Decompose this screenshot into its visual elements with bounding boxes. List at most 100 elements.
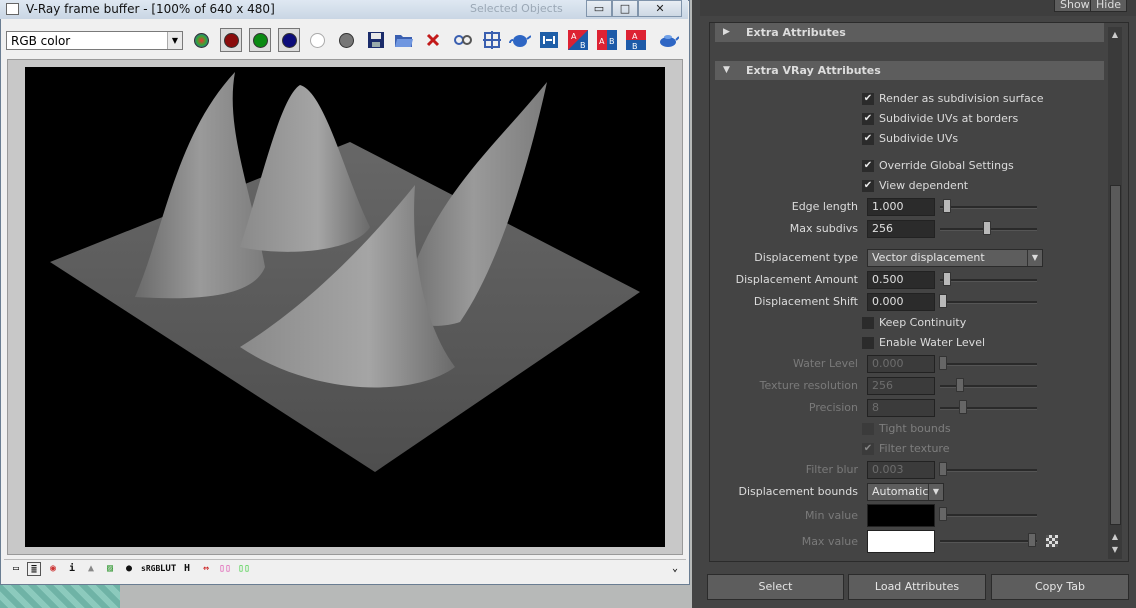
- compare-ab-vertical-icon[interactable]: AB: [625, 28, 647, 52]
- expand-icon[interactable]: ⌄: [668, 562, 682, 576]
- compare-ab-icon[interactable]: AB: [596, 28, 618, 52]
- max-subdivs-field[interactable]: 256: [867, 220, 935, 238]
- srgb-icon[interactable]: sRGB: [141, 562, 160, 576]
- subdiv-uvs-checkbox[interactable]: ✔: [862, 133, 874, 145]
- select-button[interactable]: Select: [707, 574, 844, 600]
- disp-bounds-dropdown[interactable]: Automatic ▼: [867, 483, 944, 501]
- rgb-channels-icon[interactable]: [190, 28, 212, 52]
- link-to-vfb-icon[interactable]: [538, 28, 560, 52]
- red-channel-icon[interactable]: [220, 28, 242, 52]
- max-subdivs-label: Max subdivs: [789, 222, 858, 235]
- chevron-down-icon: ▼: [1027, 250, 1042, 266]
- min-value-slider-handle: [939, 507, 947, 521]
- svg-text:B: B: [632, 42, 638, 50]
- max-value-slider-handle: [1028, 533, 1036, 547]
- render-teapot-icon[interactable]: [509, 28, 531, 52]
- scroll-down-icon[interactable]: ▼: [1109, 545, 1121, 555]
- hide-button[interactable]: Hide: [1090, 0, 1128, 12]
- subdiv-uv-borders-checkbox[interactable]: ✔: [862, 113, 874, 125]
- close-icon: ✕: [655, 2, 665, 15]
- minimize-icon: ▭: [593, 2, 605, 15]
- minimize-button[interactable]: ▭: [586, 0, 612, 17]
- disp-amount-slider-handle[interactable]: [943, 272, 951, 286]
- view-dependent-checkbox[interactable]: ✔: [862, 180, 874, 192]
- close-button[interactable]: ✕: [638, 0, 682, 17]
- edge-length-label: Edge length: [791, 200, 858, 213]
- save-image-icon[interactable]: [365, 28, 387, 52]
- edge-length-slider-handle[interactable]: [943, 199, 951, 213]
- water-level-slider-track: [940, 363, 1037, 366]
- load-image-icon[interactable]: [393, 28, 415, 52]
- tight-bounds-label: Tight bounds: [879, 422, 951, 435]
- keep-continuity-checkbox[interactable]: [862, 317, 874, 329]
- svg-text:A: A: [571, 32, 577, 41]
- monochrome-icon[interactable]: [335, 28, 357, 52]
- lut-icon[interactable]: LUT: [160, 562, 176, 576]
- edge-length-field[interactable]: 1.000: [867, 198, 935, 216]
- show-corrections-icon[interactable]: ▭: [9, 562, 23, 576]
- maximize-button[interactable]: □: [612, 0, 638, 17]
- render-icon[interactable]: [657, 28, 679, 52]
- color-clamp-icon[interactable]: ▨: [103, 562, 117, 576]
- disp-amount-slider-track[interactable]: [940, 279, 1037, 282]
- disp-amount-label: Displacement Amount: [735, 273, 858, 286]
- max-value-swatch: [867, 530, 935, 553]
- precision-label: Precision: [808, 401, 858, 414]
- alpha-channel-icon[interactable]: [306, 28, 328, 52]
- blue-channel-icon[interactable]: [278, 28, 300, 52]
- texture-res-field: 256: [867, 377, 935, 395]
- edge-length-slider-track[interactable]: [940, 206, 1037, 209]
- section-title: Extra Attributes: [746, 26, 846, 39]
- curve-icon[interactable]: ◉: [46, 562, 60, 576]
- stereo-blue-icon[interactable]: ▯▯: [237, 562, 251, 576]
- viewport-grid-pattern: [0, 585, 120, 608]
- svg-text:A: A: [632, 32, 638, 41]
- stereo-red-icon[interactable]: ⇔: [199, 562, 213, 576]
- maximize-icon: □: [619, 2, 631, 15]
- stereo-green-icon[interactable]: ▯▯: [218, 562, 232, 576]
- green-channel-icon[interactable]: [249, 28, 271, 52]
- render-subdiv-checkbox[interactable]: ✔: [862, 93, 874, 105]
- histogram-icon[interactable]: H: [180, 562, 194, 576]
- channel-dropdown[interactable]: RGB color ▼: [6, 31, 183, 50]
- scroll-up-small-icon[interactable]: ▲: [1109, 532, 1121, 542]
- copy-tab-button[interactable]: Copy Tab: [991, 574, 1129, 600]
- clear-image-icon[interactable]: [422, 28, 444, 52]
- pixel-aspect-icon[interactable]: ●: [122, 562, 136, 576]
- levels-icon[interactable]: ≣: [27, 562, 41, 576]
- filter-texture-label: Filter texture: [879, 442, 950, 455]
- filter-blur-slider-handle: [939, 462, 947, 476]
- scrollbar-thumb[interactable]: [1110, 185, 1121, 525]
- load-attributes-button[interactable]: Load Attributes: [848, 574, 986, 600]
- triangle-right-icon: ▶: [723, 27, 730, 37]
- disp-type-dropdown[interactable]: Vector displacement ▼: [867, 249, 1043, 267]
- texture-map-icon[interactable]: [1046, 535, 1058, 547]
- enable-water-checkbox[interactable]: [862, 337, 874, 349]
- view-dependent-label: View dependent: [879, 179, 969, 192]
- background-icon[interactable]: ▲: [84, 562, 98, 576]
- disp-shift-slider-track[interactable]: [940, 301, 1037, 304]
- section-extra-attributes[interactable]: ▶ Extra Attributes: [715, 23, 1104, 42]
- svg-text:A: A: [599, 37, 605, 46]
- region-render-icon[interactable]: [481, 28, 503, 52]
- svg-text:B: B: [609, 37, 615, 46]
- vfb-app-icon: [6, 3, 19, 15]
- disp-shift-field[interactable]: 0.000: [867, 293, 935, 311]
- disp-amount-field[interactable]: 0.500: [867, 271, 935, 289]
- override-global-checkbox[interactable]: ✔: [862, 160, 874, 172]
- filter-texture-checkbox: ✔: [862, 443, 874, 455]
- track-mouse-icon[interactable]: [452, 28, 474, 52]
- compare-ab-horizontal-icon[interactable]: AB: [567, 28, 589, 52]
- section-extra-vray-attributes[interactable]: ▼ Extra VRay Attributes: [715, 61, 1104, 80]
- min-value-label: Min value: [804, 509, 858, 522]
- enable-water-label: Enable Water Level: [879, 336, 986, 349]
- scroll-up-icon[interactable]: ▲: [1109, 30, 1121, 40]
- max-subdivs-slider-handle[interactable]: [983, 221, 991, 235]
- precision-slider-track: [940, 407, 1037, 410]
- info-icon[interactable]: i: [65, 562, 79, 576]
- render-subdiv-label: Render as subdivision surface: [879, 92, 1044, 105]
- ghost-title-text: Selected Objects: [470, 2, 563, 15]
- precision-slider-handle: [959, 400, 967, 414]
- max-value-slider-track: [940, 540, 1037, 543]
- disp-shift-slider-handle[interactable]: [939, 294, 947, 308]
